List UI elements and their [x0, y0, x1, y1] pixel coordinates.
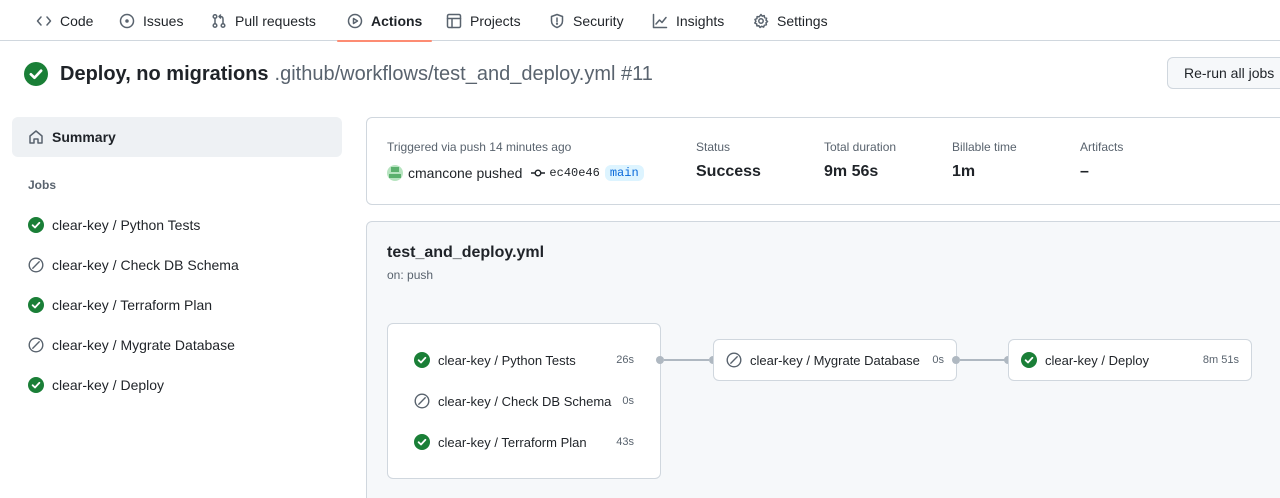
connector-line	[664, 359, 709, 361]
run-header: Deploy, no migrations .github/workflows/…	[24, 58, 653, 90]
success-check-icon	[414, 434, 430, 450]
connector-line	[960, 359, 1005, 361]
git-commit-icon	[531, 169, 546, 177]
sidebar-job-label: clear-key / Deploy	[52, 377, 165, 393]
shield-icon	[550, 13, 564, 28]
play-icon	[347, 13, 363, 28]
commit-sha-link[interactable]: ec40e46	[549, 166, 599, 180]
actor-label[interactable]: cmancone pushed	[408, 165, 522, 181]
tab-projects-label: Projects	[470, 12, 521, 29]
sidebar-job-label: clear-key / Python Tests	[52, 217, 201, 233]
job-group-stage-2: clear-key / Mygrate Database 0s	[713, 339, 957, 381]
status-label: Status	[696, 140, 731, 154]
tab-pull-requests[interactable]: Pull requests	[211, 0, 316, 41]
trigger-details: cmancone pushed ec40e46 main	[387, 163, 644, 183]
tab-insights[interactable]: Insights	[652, 0, 724, 41]
sidebar-job-label: clear-key / Terraform Plan	[52, 297, 213, 313]
tab-code[interactable]: Code	[36, 0, 93, 41]
code-icon	[36, 15, 52, 26]
tab-pull-requests-label: Pull requests	[235, 12, 316, 29]
skipped-icon	[28, 257, 44, 273]
run-workflow-path[interactable]: .github/workflows/test_and_deploy.yml #1…	[275, 63, 653, 86]
repo-nav: Code Issues Pull requests Actions Projec…	[0, 0, 1280, 42]
graph-job-duration: 0s	[932, 354, 944, 366]
tab-settings-label: Settings	[777, 12, 828, 29]
success-check-icon	[414, 352, 430, 368]
sidebar-job-python-tests[interactable]: clear-key / Python Tests	[28, 215, 200, 235]
pull-request-icon	[212, 13, 226, 28]
workflow-graph: test_and_deploy.yml on: push clear-key /…	[366, 221, 1280, 498]
sidebar-job-mygrate-database[interactable]: clear-key / Mygrate Database	[28, 335, 235, 355]
issue-icon	[119, 13, 135, 28]
tab-code-label: Code	[60, 12, 94, 29]
tab-insights-label: Insights	[676, 12, 725, 29]
graph-job-duration: 43s	[616, 436, 634, 448]
tab-actions-label: Actions	[371, 12, 423, 29]
sidebar-job-label: clear-key / Mygrate Database	[52, 337, 235, 353]
graph-icon	[652, 13, 668, 28]
home-icon	[29, 130, 43, 144]
artifacts-label: Artifacts	[1080, 140, 1124, 154]
graph-job-label: clear-key / Mygrate Database	[750, 352, 920, 368]
graph-job-duration: 26s	[616, 354, 634, 366]
jobs-heading: Jobs	[28, 178, 57, 192]
avatar[interactable]	[387, 165, 403, 181]
graph-job-label: clear-key / Deploy	[1045, 352, 1150, 368]
tab-settings[interactable]: Settings	[753, 0, 828, 41]
success-check-icon	[28, 217, 44, 233]
graph-job-duration: 0s	[622, 395, 634, 407]
success-check-icon	[28, 377, 44, 393]
skipped-icon	[726, 352, 742, 368]
artifacts-value: –	[1080, 163, 1089, 180]
connector-dot	[952, 356, 960, 364]
branch-badge[interactable]: main	[604, 165, 644, 181]
graph-job-python-tests[interactable]: clear-key / Python Tests 26s	[388, 350, 660, 370]
tab-projects[interactable]: Projects	[446, 0, 521, 41]
run-title: Deploy, no migrations	[60, 62, 269, 85]
success-check-icon	[28, 297, 44, 313]
graph-job-label: clear-key / Check DB Schema	[438, 393, 612, 409]
skipped-icon	[28, 337, 44, 353]
success-check-icon	[1021, 352, 1037, 368]
trigger-text: Triggered via push 14 minutes ago	[387, 140, 572, 154]
run-summary-card: Triggered via push 14 minutes ago cmanco…	[366, 117, 1280, 205]
tab-security-label: Security	[573, 12, 624, 29]
graph-job-mygrate-database[interactable]: clear-key / Mygrate Database 0s	[714, 350, 956, 370]
job-group-stage-1: clear-key / Python Tests 26s clear-key /…	[387, 323, 661, 479]
duration-value: 9m 56s	[824, 163, 879, 180]
graph-job-deploy[interactable]: clear-key / Deploy 8m 51s	[1009, 350, 1251, 370]
duration-label: Total duration	[824, 140, 897, 154]
status-value: Success	[696, 163, 761, 180]
table-icon	[446, 13, 462, 28]
connector-dot	[656, 356, 664, 364]
gear-icon	[754, 13, 769, 28]
sidebar-job-check-db-schema[interactable]: clear-key / Check DB Schema	[28, 255, 239, 275]
tab-issues[interactable]: Issues	[119, 0, 183, 41]
workflow-trigger: on: push	[387, 268, 434, 282]
graph-job-terraform-plan[interactable]: clear-key / Terraform Plan 43s	[388, 432, 660, 452]
graph-job-duration: 8m 51s	[1202, 354, 1239, 366]
tab-issues-label: Issues	[143, 12, 184, 29]
skipped-icon	[414, 393, 430, 409]
rerun-all-jobs-button[interactable]: Re-run all jobs	[1167, 57, 1280, 89]
billable-value: 1m	[952, 163, 976, 180]
billable-label: Billable time	[952, 140, 1017, 154]
success-check-icon	[24, 62, 48, 86]
sidebar-job-terraform-plan[interactable]: clear-key / Terraform Plan	[28, 295, 212, 315]
sidebar-item-summary[interactable]: Summary	[12, 117, 342, 157]
graph-job-label: clear-key / Python Tests	[438, 352, 576, 368]
job-group-stage-3: clear-key / Deploy 8m 51s	[1008, 339, 1252, 381]
sidebar-item-summary-label: Summary	[52, 129, 116, 145]
sidebar-job-label: clear-key / Check DB Schema	[52, 257, 239, 273]
sidebar-job-deploy[interactable]: clear-key / Deploy	[28, 375, 164, 395]
tab-security[interactable]: Security	[549, 0, 624, 41]
workflow-file-title[interactable]: test_and_deploy.yml	[387, 244, 544, 262]
graph-job-check-db-schema[interactable]: clear-key / Check DB Schema 0s	[388, 391, 660, 411]
tab-actions[interactable]: Actions	[336, 0, 433, 42]
graph-job-label: clear-key / Terraform Plan	[438, 434, 587, 450]
